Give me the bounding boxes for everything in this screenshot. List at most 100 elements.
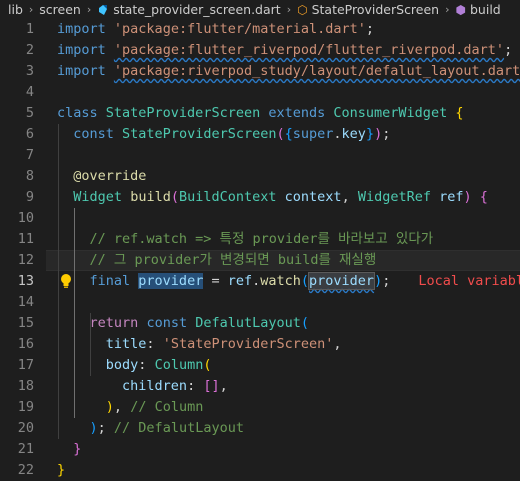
- code-token: @override: [73, 168, 147, 184]
- breadcrumb-method[interactable]: build: [470, 2, 501, 17]
- code-token: DefalutLayout: [195, 315, 301, 331]
- code-token: import: [57, 63, 106, 79]
- code-text: // 그 provider가 변경되면 build를 재실행: [57, 250, 377, 271]
- code-token: // Column: [130, 399, 204, 415]
- code-line[interactable]: 18 children: [],: [0, 376, 520, 397]
- code-line[interactable]: 16 title: 'StateProviderScreen',: [0, 334, 520, 355]
- code-token: // ref.watch => 특정 provider를 바라보고 있다가: [89, 231, 434, 247]
- code-line[interactable]: 5 class StateProviderScreen extends Consu…: [0, 103, 520, 124]
- code-line[interactable]: 12 // 그 provider가 변경되면 build를 재실행: [0, 250, 520, 271]
- line-number: 19: [17, 399, 34, 415]
- code-token: return: [89, 315, 139, 331]
- line-number: 1: [25, 21, 34, 37]
- code-line[interactable]: 7: [0, 145, 520, 166]
- breadcrumb-class[interactable]: StateProviderScreen: [312, 2, 440, 17]
- code-line[interactable]: 22}: [0, 460, 520, 481]
- code-token: ;: [382, 126, 391, 142]
- code-token: {: [455, 105, 464, 121]
- line-number: 5: [25, 105, 34, 121]
- code-text: Widget build(BuildContext context, Widge…: [57, 187, 488, 208]
- code-token: ,: [219, 378, 228, 394]
- code-line[interactable]: 20 ); // DefalutLayout: [0, 418, 520, 439]
- code-line[interactable]: 9 Widget build(BuildContext context, Wid…: [0, 187, 520, 208]
- code-token: const: [146, 315, 188, 331]
- code-token: ): [374, 273, 383, 289]
- code-token: build: [130, 189, 171, 205]
- code-text: const StateProviderScreen({super.key});: [57, 124, 390, 145]
- method-icon: ⬢: [455, 2, 466, 17]
- breadcrumb: lib › screen › state_provider_screen.dar…: [0, 0, 520, 19]
- code-text: }: [57, 439, 81, 460]
- breadcrumb-file[interactable]: state_provider_screen.dart: [113, 2, 280, 17]
- code-token: ,: [333, 336, 342, 352]
- code-token: children: [122, 378, 188, 394]
- code-line[interactable]: 17 body: Column(: [0, 355, 520, 376]
- code-line[interactable]: 10: [0, 208, 520, 229]
- line-number: 10: [17, 210, 34, 226]
- line-number: 17: [17, 357, 34, 373]
- code-token: ;: [365, 21, 375, 37]
- breadcrumb-separator: ›: [28, 3, 34, 16]
- breadcrumb-separator: ›: [445, 3, 450, 16]
- code-token: :: [187, 378, 204, 394]
- code-token: ref: [439, 189, 464, 205]
- code-line[interactable]: 2 import 'package:flutter_riverpod/flutte…: [0, 40, 520, 61]
- code-line[interactable]: 8 @override: [0, 166, 520, 187]
- code-token: provider: [308, 272, 376, 290]
- breadcrumb-screen[interactable]: screen: [39, 2, 81, 17]
- code-text: ), // Column: [57, 397, 204, 418]
- code-line[interactable]: 13 final provider = ref.watch(provider);…: [0, 271, 520, 292]
- code-text: ); // DefalutLayout: [57, 418, 244, 439]
- code-text: }: [57, 460, 65, 481]
- code-editor[interactable]: 1 import 'package:flutter/material.dart';…: [0, 19, 520, 478]
- code-text: @override: [57, 166, 146, 187]
- code-line[interactable]: 21 }: [0, 439, 520, 460]
- code-line[interactable]: 11 // ref.watch => 특정 provider를 바라보고 있다가: [0, 229, 520, 250]
- code-token: 'package:flutter_riverpod/flutter_riverp…: [113, 42, 505, 58]
- line-number: 4: [25, 84, 34, 100]
- line-number: 6: [25, 126, 34, 142]
- code-line[interactable]: 1 import 'package:flutter/material.dart';: [0, 19, 520, 40]
- breadcrumb-lib[interactable]: lib: [8, 2, 23, 17]
- code-line[interactable]: 6 const StateProviderScreen({super.key})…: [0, 124, 520, 145]
- code-token: ;: [504, 42, 513, 58]
- code-line[interactable]: 19 ), // Column: [0, 397, 520, 418]
- code-token: context: [284, 189, 342, 205]
- code-line[interactable]: 3 import 'package:riverpod_study/layout/d…: [0, 61, 520, 82]
- code-token: WidgetRef: [357, 189, 431, 205]
- code-token: ): [105, 399, 114, 415]
- code-line[interactable]: 4: [0, 82, 520, 103]
- code-token: ConsumerWidget: [333, 105, 448, 121]
- dart-file-icon: [99, 4, 108, 15]
- code-line[interactable]: 14: [0, 292, 520, 313]
- code-token: (: [300, 315, 310, 331]
- code-token: Column: [154, 357, 204, 373]
- line-number: 13: [17, 273, 34, 289]
- code-text: title: 'StateProviderScreen',: [57, 334, 342, 355]
- line-number: 18: [17, 378, 34, 394]
- code-token: StateProviderScreen: [122, 126, 277, 142]
- code-token: []: [203, 378, 220, 394]
- code-token: ): [89, 420, 98, 436]
- code-token: }: [365, 126, 375, 142]
- line-number: 9: [25, 189, 34, 205]
- code-line[interactable]: 15 return const DefalutLayout(: [0, 313, 520, 334]
- line-number: 14: [17, 294, 34, 310]
- line-number: 2: [25, 42, 34, 58]
- code-token: provider: [138, 273, 204, 289]
